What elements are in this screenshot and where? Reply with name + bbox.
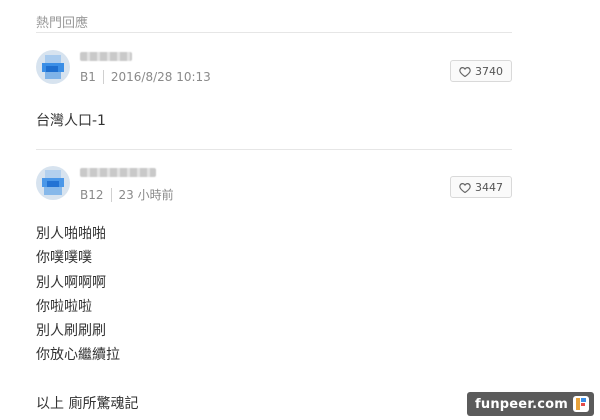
comment-text: 別人啪啪啪 你噗噗噗 別人啊啊啊 你啦啦啦 別人刷刷刷 你放心繼續拉 以上 廁所… (36, 222, 138, 416)
like-count: 3447 (475, 180, 503, 194)
avatar[interactable] (36, 166, 70, 200)
comment-card: B12 23 小時前 3447 別人啪啪啪 你噗噗噗 別人啊啊啊 你啦啦啦 別人刷… (36, 162, 512, 420)
username-blurred[interactable] (80, 168, 156, 177)
watermark: funpeer.com (467, 392, 594, 416)
comment-line: 你放心繼續拉 (36, 347, 120, 364)
comment-line: 別人啪啪啪 (36, 226, 106, 242)
comment-line: 以上 廁所驚魂記 (36, 395, 139, 412)
post-time: 23 小時前 (118, 188, 174, 202)
comment-divider (36, 149, 512, 150)
heart-icon (459, 182, 471, 193)
floor-number: B12 (80, 188, 112, 202)
comment-line: 別人刷刷刷 (36, 323, 106, 340)
comment-text: 台灣人口-1 (36, 113, 106, 129)
comment-card: B1 2016/8/28 10:13 3740 台灣人口-1 (36, 46, 512, 150)
avatar[interactable] (36, 50, 70, 84)
like-count: 3740 (475, 64, 503, 78)
funpeer-logo-icon (572, 395, 590, 413)
heart-icon (459, 66, 471, 77)
section-title: 熱門回應 (36, 16, 89, 31)
comment-meta: B12 23 小時前 (80, 186, 174, 203)
watermark-text: funpeer.com (475, 396, 568, 412)
floor-number: B1 (80, 70, 104, 84)
comment-line: 你噗噗噗 (36, 250, 92, 267)
like-button[interactable]: 3740 (450, 60, 512, 82)
post-time: 2016/8/28 10:13 (110, 70, 211, 84)
like-button[interactable]: 3447 (450, 176, 512, 198)
comment-meta: B1 2016/8/28 10:13 (80, 70, 211, 84)
comment-line: 別人啊啊啊 (36, 274, 106, 291)
username-blurred[interactable] (80, 52, 132, 61)
title-divider (36, 32, 512, 33)
comment-line: 你啦啦啦 (36, 298, 92, 315)
